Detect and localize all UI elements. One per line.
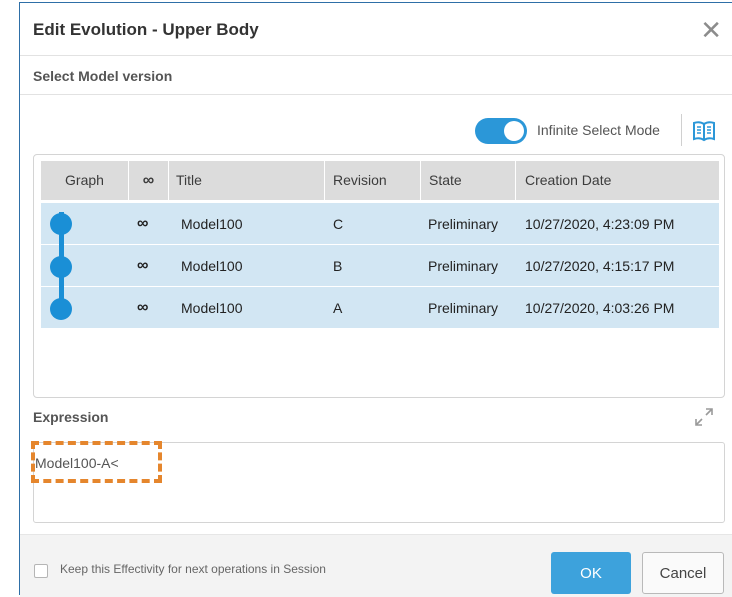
column-header-infinity[interactable]: ∞ xyxy=(129,161,169,200)
row-state: Preliminary xyxy=(428,216,499,232)
subtitle-bar: Select Model version xyxy=(20,56,732,95)
row-title: Model100 xyxy=(181,258,243,274)
row-revision: B xyxy=(333,258,343,274)
infinity-icon: ∞ xyxy=(137,299,149,316)
infinity-icon: ∞ xyxy=(137,257,149,274)
dialog-title: Edit Evolution - Upper Body xyxy=(33,20,259,39)
model-version-table: Graph ∞ Title Revision State Creation Da… xyxy=(33,154,725,398)
infinite-select-toggle[interactable] xyxy=(475,118,527,144)
keep-effectivity-checkbox[interactable] xyxy=(34,564,48,578)
version-graph-node[interactable] xyxy=(50,298,72,320)
column-header-creation-date[interactable]: Creation Date xyxy=(516,161,719,200)
row-title: Model100 xyxy=(181,216,243,232)
column-header-graph[interactable]: Graph xyxy=(41,161,129,200)
toggle-knob xyxy=(504,121,524,141)
cancel-button[interactable]: Cancel xyxy=(642,552,724,594)
table-row[interactable]: ∞ Model100 C Preliminary 10/27/2020, 4:2… xyxy=(41,203,719,245)
infinite-select-label: Infinite Select Mode xyxy=(537,122,660,138)
close-icon[interactable]: ✕ xyxy=(700,17,722,43)
row-state: Preliminary xyxy=(428,300,499,316)
row-creation-date: 10/27/2020, 4:03:26 PM xyxy=(525,300,675,316)
book-icon[interactable] xyxy=(692,120,716,142)
keep-effectivity-label: Keep this Effectivity for next operation… xyxy=(60,562,326,576)
toolbar-divider xyxy=(681,114,682,146)
infinity-icon: ∞ xyxy=(137,215,149,232)
column-header-title[interactable]: Title xyxy=(169,161,325,200)
version-graph-node[interactable] xyxy=(50,213,72,235)
row-revision: A xyxy=(333,300,343,316)
row-state: Preliminary xyxy=(428,258,499,274)
table-row[interactable]: ∞ Model100 A Preliminary 10/27/2020, 4:0… xyxy=(41,287,719,329)
title-bar: Edit Evolution - Upper Body ✕ xyxy=(20,3,732,56)
table-header: Graph ∞ Title Revision State Creation Da… xyxy=(41,161,719,200)
edit-evolution-dialog: Edit Evolution - Upper Body ✕ Select Mod… xyxy=(19,2,732,597)
expand-icon[interactable] xyxy=(694,407,714,427)
section-subtitle: Select Model version xyxy=(33,68,173,84)
column-header-revision[interactable]: Revision xyxy=(325,161,421,200)
expression-field[interactable]: Model100-A< xyxy=(33,442,725,523)
table-row[interactable]: ∞ Model100 B Preliminary 10/27/2020, 4:1… xyxy=(41,245,719,287)
row-revision: C xyxy=(333,216,344,232)
column-header-state[interactable]: State xyxy=(421,161,516,200)
expression-value: Model100-A< xyxy=(35,455,119,471)
expression-label: Expression xyxy=(33,409,109,425)
row-title: Model100 xyxy=(181,300,243,316)
ok-button[interactable]: OK xyxy=(551,552,631,594)
row-creation-date: 10/27/2020, 4:15:17 PM xyxy=(525,258,675,274)
row-creation-date: 10/27/2020, 4:23:09 PM xyxy=(525,216,675,232)
version-graph-node[interactable] xyxy=(50,256,72,278)
dialog-footer: Keep this Effectivity for next operation… xyxy=(20,534,732,597)
